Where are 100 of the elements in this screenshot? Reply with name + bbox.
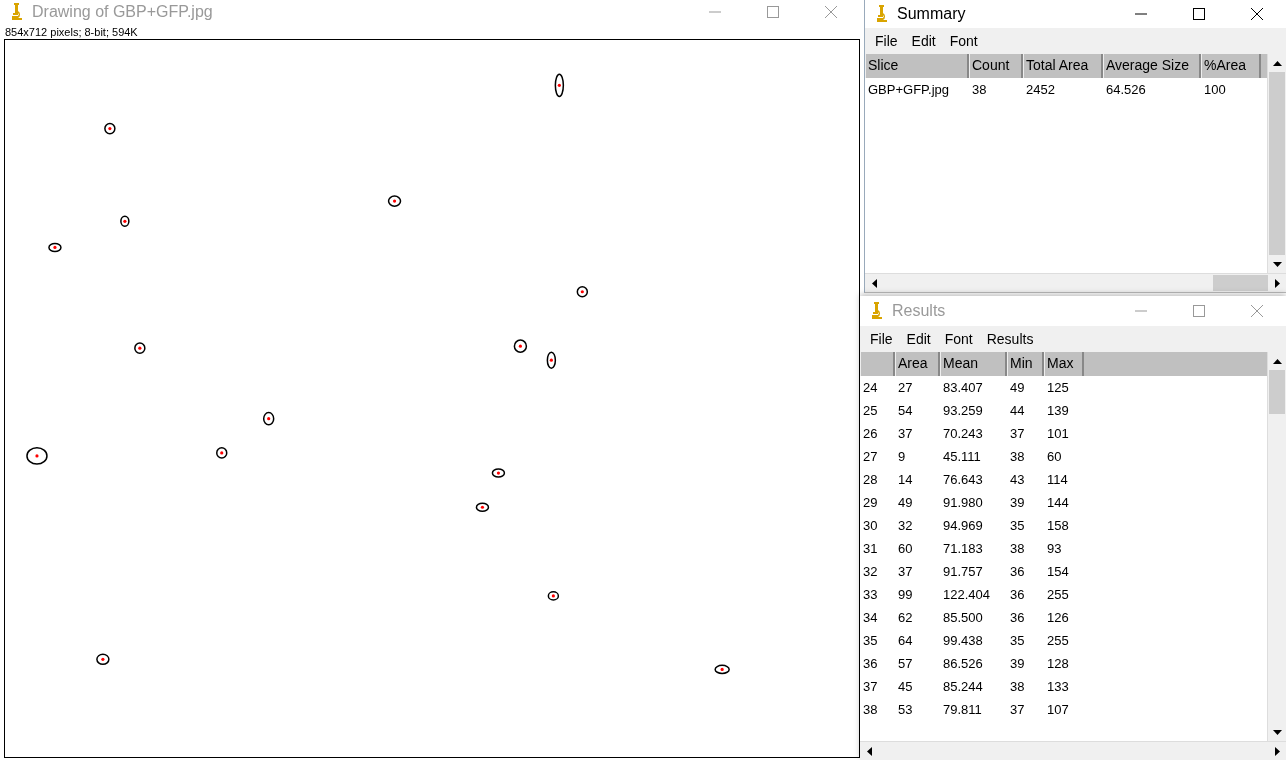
table-cell-text: 53	[897, 702, 914, 717]
table-cell-text: 36	[1009, 564, 1026, 579]
scroll-thumb[interactable]	[1269, 370, 1285, 415]
table-cell-text: 35	[1009, 633, 1026, 648]
table-cell-text: 70.243	[942, 426, 984, 441]
table-cell-text: 28	[862, 472, 879, 487]
table-cell-text: 60	[1046, 449, 1063, 464]
table-cell-text: 158	[1046, 518, 1070, 533]
scroll-thumb[interactable]	[1213, 275, 1268, 291]
menu-item[interactable]: Font	[942, 331, 985, 347]
window-title: Summary	[897, 5, 966, 23]
table-cell-text: 94.969	[942, 518, 984, 533]
table-cell-text: 54	[897, 403, 914, 418]
table-cell-text: 154	[1046, 564, 1070, 579]
close-icon[interactable]	[1250, 7, 1264, 21]
horizontal-scrollbar[interactable]	[865, 273, 1286, 292]
table-cell-text: 9	[897, 449, 907, 464]
table-cell-text: 35	[862, 633, 879, 648]
image-info: 854x712 pixels; 8-bit; 594K	[4, 25, 139, 39]
table-cell-text: 37	[1009, 702, 1026, 717]
table-cell-text: 32	[862, 564, 879, 579]
vertical-scrollbar[interactable]	[1267, 352, 1286, 741]
column-header[interactable]: Mean	[940, 352, 1007, 376]
table-cell-text: 255	[1046, 587, 1070, 602]
table-cell-text: 35	[1009, 518, 1026, 533]
table-cell-text: 86.526	[942, 656, 984, 671]
table-cell-text: 93.259	[942, 403, 984, 418]
scroll-up-icon[interactable]	[1272, 60, 1282, 66]
scroll-thumb[interactable]	[1269, 72, 1285, 255]
column-header[interactable]: Total Area	[1023, 54, 1103, 78]
table-cell-text: 93	[1046, 541, 1063, 556]
table-cell-text: 31	[862, 541, 879, 556]
column-header[interactable]: Slice	[865, 54, 969, 78]
menu-item[interactable]: Font	[947, 33, 990, 49]
scroll-down-icon[interactable]	[1272, 729, 1282, 735]
menu-item[interactable]: File	[873, 33, 910, 49]
table-cell-text: 27	[862, 449, 879, 464]
table-cell-text: GBP+GFP.jpg	[867, 82, 951, 97]
column-header[interactable]: Count	[969, 54, 1023, 78]
column-header[interactable]: Average Size	[1103, 54, 1201, 78]
scroll-right-icon[interactable]	[1274, 746, 1280, 756]
table-cell-text: 122.404	[942, 587, 991, 602]
table-cell-text: 83.407	[942, 380, 984, 395]
table-cell-text: 91.757	[942, 564, 984, 579]
table-cell-text: 38	[1009, 449, 1026, 464]
microscope-icon	[875, 5, 889, 23]
table-cell-text: 38	[971, 82, 988, 97]
table-cell-text: 85.500	[942, 610, 984, 625]
menu-item[interactable]: Edit	[909, 33, 948, 49]
scroll-up-icon[interactable]	[1272, 358, 1282, 364]
table-cell-text: 125	[1046, 380, 1070, 395]
table-cell-text: 38	[862, 702, 879, 717]
table-cell-text: 62	[897, 610, 914, 625]
table-cell-text: 37	[1009, 426, 1026, 441]
table-cell-text: 49	[897, 495, 914, 510]
table-cell-text: 139	[1046, 403, 1070, 418]
table-cell-text: 60	[897, 541, 914, 556]
table-cell-text: 126	[1046, 610, 1070, 625]
table-cell-text: 37	[862, 679, 879, 694]
table-cell-text: 24	[862, 380, 879, 395]
scroll-down-icon[interactable]	[1272, 261, 1282, 267]
table-cell-text: 44	[1009, 403, 1026, 418]
scroll-right-icon[interactable]	[1274, 278, 1280, 288]
window-title: Drawing of GBP+GFP.jpg	[32, 3, 213, 21]
microscope-icon	[870, 302, 884, 320]
table-cell-text: 64	[897, 633, 914, 648]
table-cell-text: 14	[897, 472, 914, 487]
menu-item[interactable]: Results	[984, 331, 1046, 347]
table-cell-text: 34	[862, 610, 879, 625]
menu-item[interactable]: Edit	[904, 331, 943, 347]
table-cell-text: 36	[1009, 610, 1026, 625]
table-cell-text: 33	[862, 587, 879, 602]
vertical-scrollbar[interactable]	[1267, 54, 1286, 273]
column-header[interactable]: Area	[895, 352, 940, 376]
scroll-left-icon[interactable]	[871, 278, 877, 288]
horizontal-scrollbar[interactable]	[860, 741, 1286, 760]
maximize-icon[interactable]	[1192, 7, 1206, 21]
table-cell-text: 45	[897, 679, 914, 694]
table-cell-text: 32	[897, 518, 914, 533]
scroll-left-icon[interactable]	[866, 746, 872, 756]
menu-item[interactable]: File	[868, 331, 905, 347]
table-cell-text: 133	[1046, 679, 1070, 694]
table-cell-text: 27	[897, 380, 914, 395]
table-cell-text: 25	[862, 403, 879, 418]
table-cell-text: 255	[1046, 633, 1070, 648]
column-header[interactable]	[860, 352, 895, 376]
table-cell-text: 37	[897, 426, 914, 441]
table-cell-text: 64.526	[1105, 82, 1147, 97]
table-cell-text: 114	[1046, 472, 1069, 487]
table-cell-text: 76.643	[942, 472, 984, 487]
column-header[interactable]: Min	[1007, 352, 1044, 376]
table-cell-text: 39	[1009, 656, 1026, 671]
table-cell-text: 144	[1046, 495, 1070, 510]
table-cell-text: 71.183	[942, 541, 984, 556]
table-cell-text: 29	[862, 495, 879, 510]
table-cell-text: 107	[1046, 702, 1070, 717]
microscope-icon	[10, 3, 24, 21]
table-cell-text: 79.811	[942, 702, 983, 717]
window-title: Results	[892, 302, 946, 320]
table-cell-text: 36	[1009, 587, 1026, 602]
